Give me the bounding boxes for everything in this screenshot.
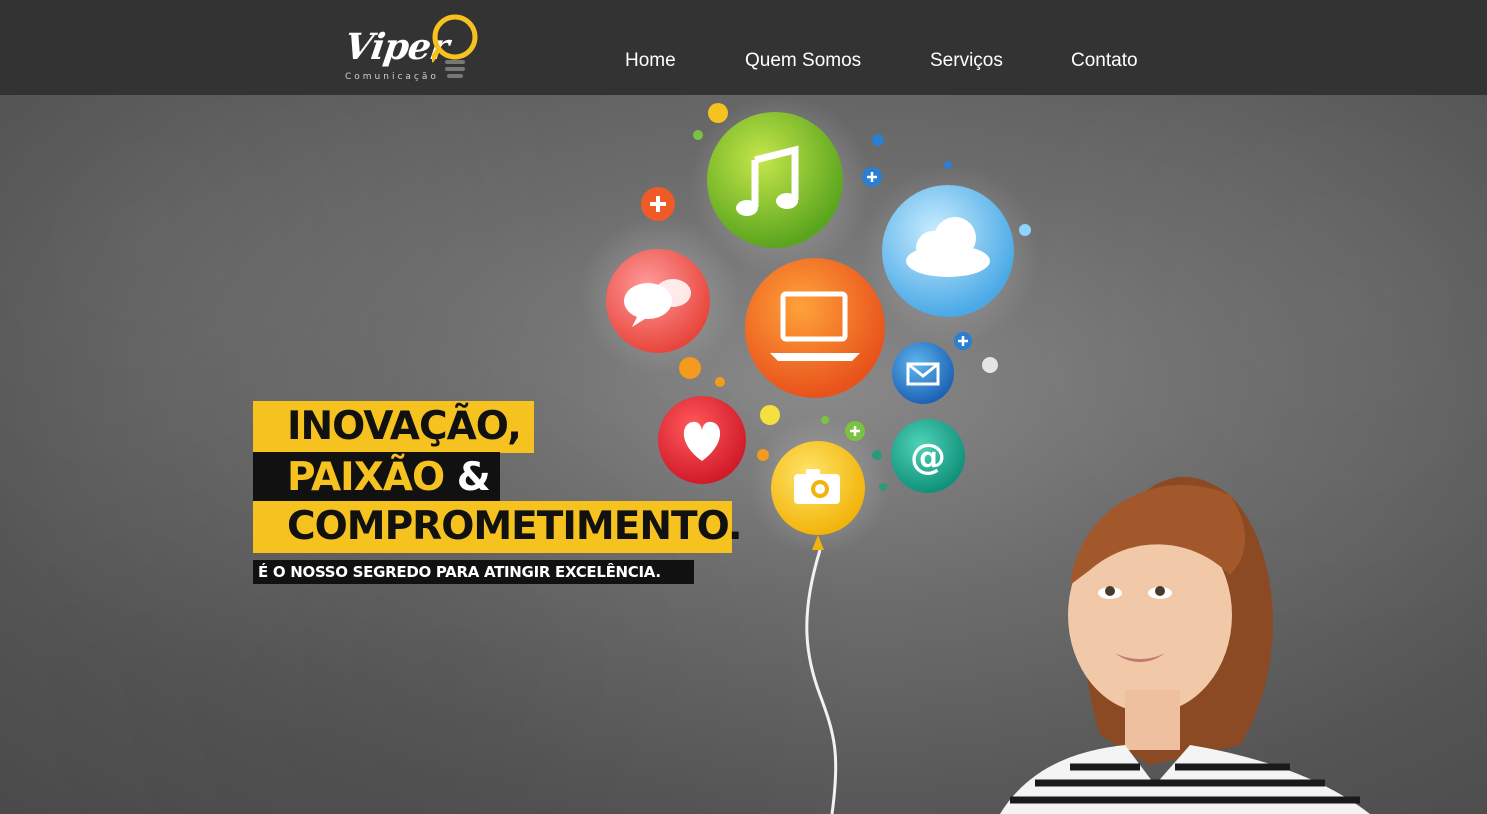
headline-line-1: INOVAÇÃO,: [253, 401, 534, 453]
nav-quem-somos[interactable]: Quem Somos: [745, 50, 861, 72]
at-sign-icon: @: [891, 419, 965, 493]
headline-text-inovacao: INOVAÇÃO,: [287, 404, 522, 449]
site-header: Viper Comunicação Home Quem Somos Serviç…: [0, 0, 1487, 95]
headline-line-2: PAIXÃO &: [253, 452, 500, 504]
envelope-icon: [892, 342, 954, 404]
cloud-icon: [882, 185, 1014, 317]
headline-ampersand: &: [456, 455, 491, 500]
headline-text-paixao: PAIXÃO: [287, 455, 445, 500]
hero-banner: @ INOVAÇÃO, PAIXÃO & COMPROMETIMENTO. É …: [0, 95, 1487, 814]
plus-icon: [641, 187, 675, 221]
headline-text-comprometimento: COMPROMETIMENTO.: [287, 504, 743, 549]
svg-text:@: @: [910, 437, 946, 478]
speech-bubbles-icon: [606, 249, 710, 353]
viper-logo[interactable]: Viper Comunicação: [340, 8, 490, 88]
woman-photo: [1000, 476, 1370, 814]
nav-servicos[interactable]: Serviços: [930, 50, 1003, 72]
headline-line-3: COMPROMETIMENTO.: [253, 501, 743, 553]
hero-subline: É O NOSSO SEGREDO PARA ATINGIR EXCELÊNCI…: [253, 560, 694, 584]
laptop-icon: [745, 258, 885, 398]
lightbulb-icon: [432, 14, 478, 78]
music-note-icon: [707, 112, 843, 248]
logo-tagline: Comunicação: [345, 72, 439, 82]
nav-home[interactable]: Home: [625, 50, 676, 72]
heart-icon: [658, 396, 746, 484]
nav-contato[interactable]: Contato: [1071, 50, 1138, 72]
